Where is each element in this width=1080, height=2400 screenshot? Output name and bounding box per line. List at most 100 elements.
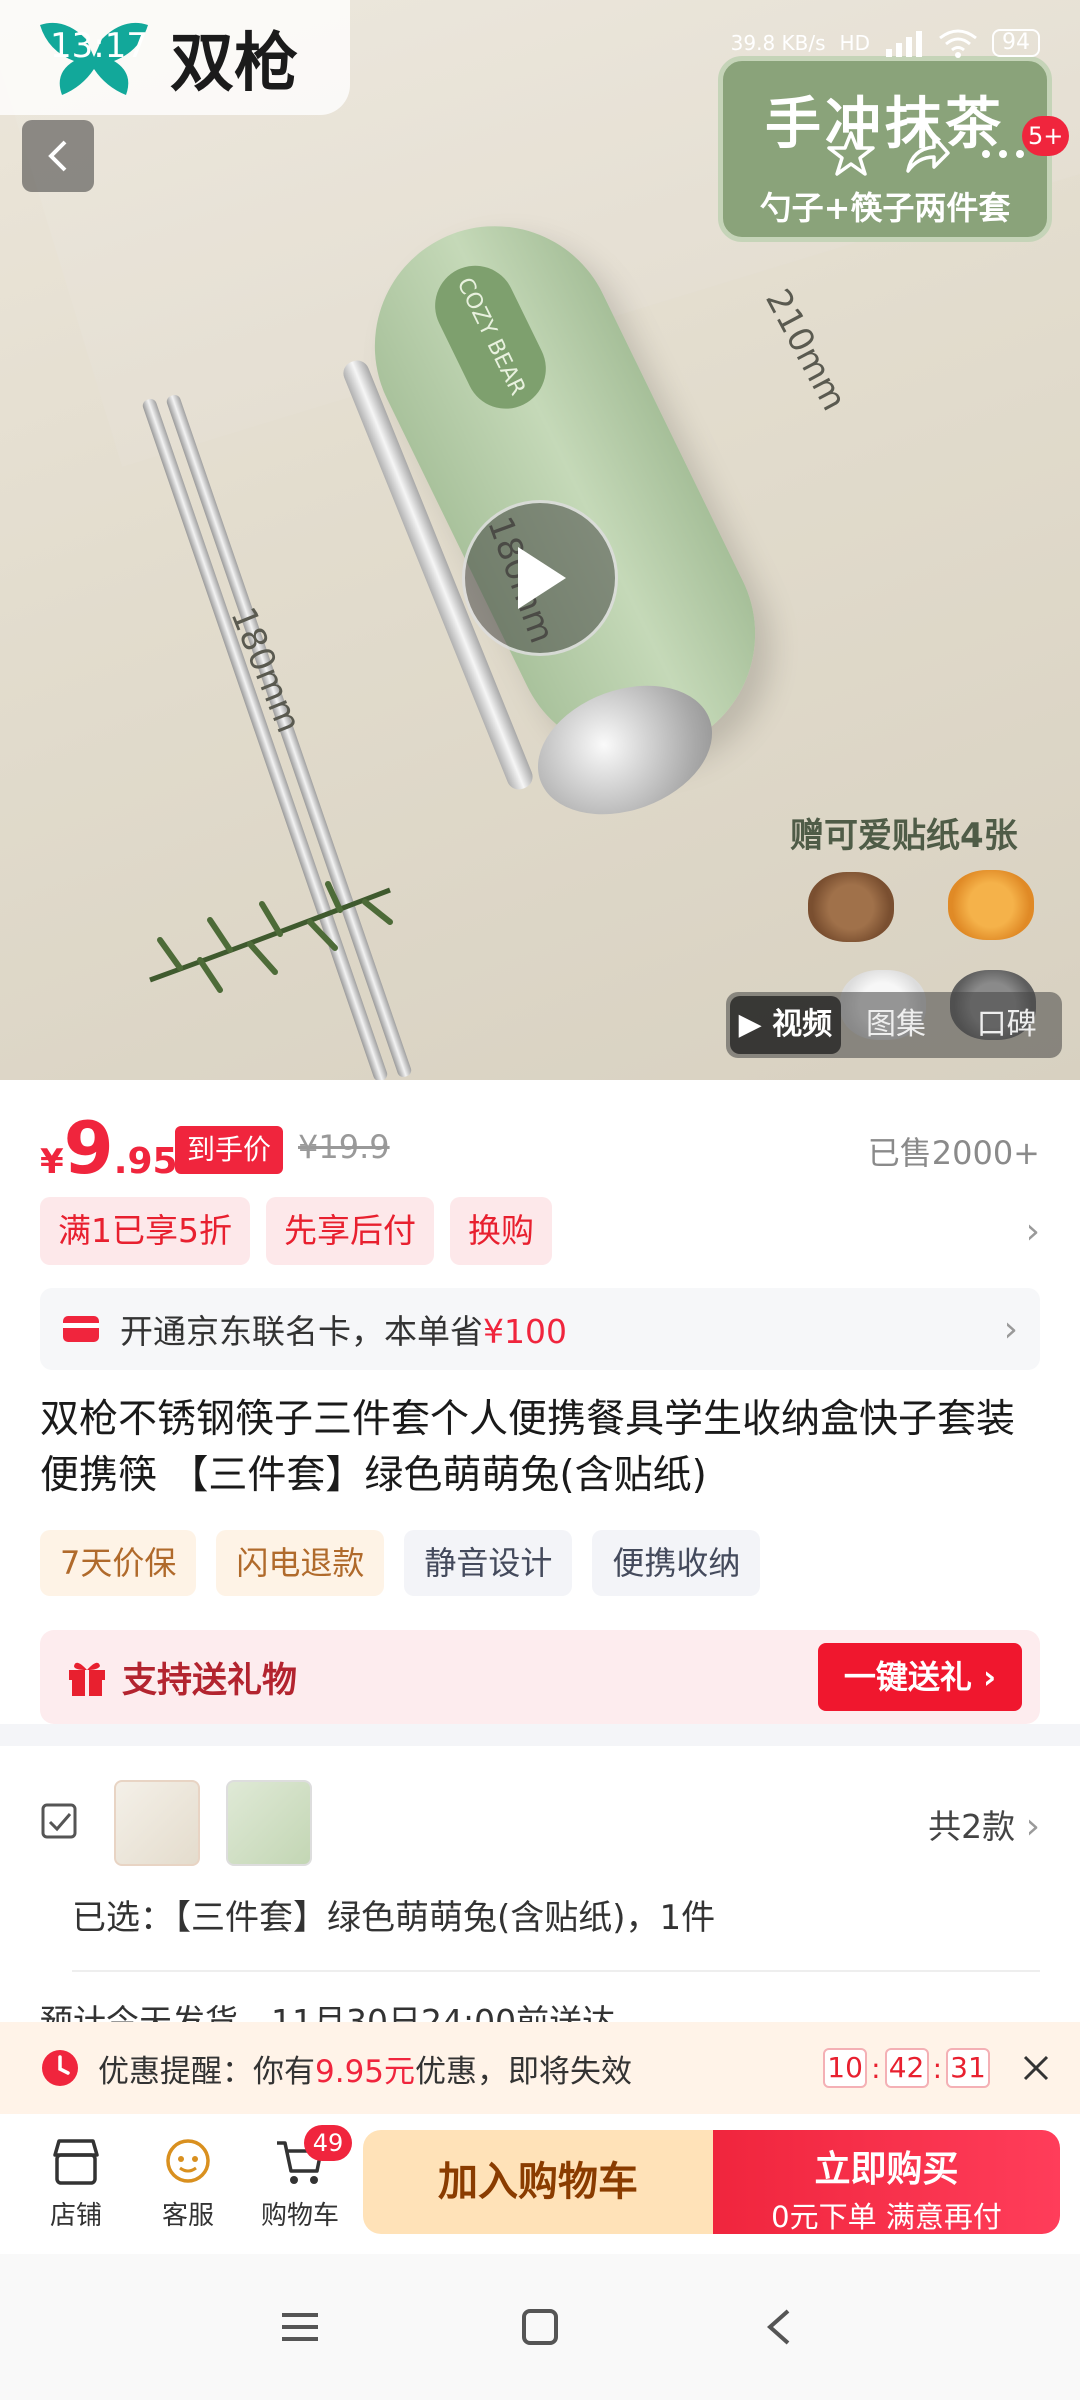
add-to-cart-button[interactable]: 加入购物车 (363, 2130, 713, 2234)
more-icon (982, 150, 1024, 158)
buy-now-label: 立即购买 (814, 2149, 959, 2190)
card-saving-amount: ¥100 (483, 1312, 567, 1351)
section-separator (0, 1724, 1080, 1746)
rosemary-image (149, 881, 393, 993)
chevron-left-icon (48, 140, 67, 172)
bottom-action-bar: 店铺 客服 49 购物车 加入购物车 立即购买 0元下单 满意再付 (0, 2114, 1080, 2254)
favorite-button[interactable] (822, 125, 880, 183)
tab-video-label: 视频 (772, 1007, 833, 1042)
cart-label: 购物车 (260, 2200, 339, 2231)
chevron-right-icon: › (1003, 1308, 1018, 1350)
promo-chips[interactable]: 满1已享5折 先享后付 换购 › (40, 1196, 1040, 1266)
reminder-amount: 9.95元 (315, 2053, 416, 2090)
buy-now-button[interactable]: 立即购买 0元下单 满意再付 (713, 2130, 1060, 2234)
variant-thumbnail[interactable] (226, 1780, 312, 1866)
countdown-minutes: 42 (884, 2048, 929, 2088)
share-icon (906, 135, 950, 173)
product-title: 双枪不锈钢筷子三件套个人便携餐具学生收纳盒快子套装便携筷 【三件套】绿色萌萌兔(… (40, 1397, 1016, 1498)
store-button[interactable]: 店铺 (20, 2137, 132, 2232)
reminder-suffix: 优惠，即将失效 (415, 2053, 633, 2090)
service-label: 客服 (161, 2200, 214, 2231)
original-price: ¥19.9 (298, 1128, 390, 1166)
status-icons: 39.8 KB/s HD 94 (731, 28, 1040, 58)
play-icon (518, 547, 566, 609)
top-actions (822, 118, 1042, 190)
price-symbol: ¥ (40, 1142, 64, 1182)
sold-count: 已售2000+ (867, 1134, 1040, 1172)
system-navigation-bar (0, 2254, 1080, 2400)
video-play-button[interactable] (462, 500, 618, 656)
co-brand-card-bar[interactable]: 开通京东联名卡，本单省¥100 › (40, 1288, 1040, 1370)
network-type: HD (839, 31, 870, 55)
status-bar: 13:17 39.8 KB/s HD 94 (0, 0, 1080, 90)
net-speed: 39.8 KB/s (730, 31, 826, 55)
service-tag: 闪电退款 (216, 1530, 385, 1596)
media-tabs: ▶ 视频 图集 口碑 (726, 992, 1062, 1058)
case-label: COZY BEAR (421, 252, 560, 423)
countdown-separator: : (932, 2051, 942, 2085)
countdown-separator: : (871, 2051, 881, 2085)
current-price: ¥9.95 (40, 1106, 178, 1190)
reminder-prefix: 优惠提醒：你有 (98, 2053, 315, 2090)
gift-bar: 支持送礼物 一键送礼 › (40, 1630, 1040, 1724)
bear-sticker (808, 872, 894, 942)
tab-reviews[interactable]: 口碑 (951, 996, 1062, 1054)
deal-price-tag: 到手价 (175, 1126, 284, 1174)
spec-selector[interactable]: 共2款 › (40, 1770, 1040, 1880)
status-time: 13:17 (50, 26, 148, 66)
gift-label: 支持送礼物 (122, 1660, 298, 1701)
lion-sticker (948, 870, 1034, 940)
promo-chip[interactable]: 换购 (450, 1197, 552, 1265)
cart-button[interactable]: 49 购物车 (244, 2124, 356, 2232)
reminder-text: 优惠提醒：你有9.95元优惠，即将失效 (98, 2046, 823, 2091)
promo-chip[interactable]: 先享后付 (266, 1197, 434, 1265)
battery-indicator: 94 (992, 29, 1040, 57)
price-decimal: .95 (113, 1141, 178, 1182)
share-button[interactable] (898, 125, 956, 183)
customer-service-icon (166, 2138, 210, 2183)
promo-chip[interactable]: 满1已享5折 (40, 1197, 250, 1265)
price-row: ¥9.95 到手价 ¥19.9 已售2000+ (40, 1106, 1040, 1190)
card-icon (63, 1316, 99, 1342)
countdown-hours: 10 (823, 2048, 868, 2088)
spec-icon (41, 1803, 77, 1839)
clock-icon (42, 2050, 78, 2086)
countdown-seconds: 31 (946, 2048, 990, 2088)
back-button[interactable] (22, 120, 94, 192)
notification-badge: 5+ (1022, 116, 1070, 156)
sticker-gift-text: 赠可爱贴纸4张 (790, 816, 1018, 856)
countdown-timer: 10 : 42 : 31 (823, 2048, 990, 2088)
back-icon[interactable] (758, 2305, 802, 2349)
cart-count-badge: 49 (304, 2124, 352, 2161)
customer-service-button[interactable]: 客服 (132, 2137, 244, 2232)
card-bar-text: 开通京东联名卡，本单省¥100 (120, 1305, 984, 1353)
chevron-right-icon[interactable]: › (1026, 1211, 1040, 1252)
tab-gallery[interactable]: 图集 (841, 996, 952, 1054)
feature-tag: 便携收纳 (592, 1530, 761, 1596)
send-gift-button[interactable]: 一键送礼 › (818, 1643, 1022, 1711)
menu-icon[interactable] (278, 2307, 322, 2347)
promo-reminder-bar: 优惠提醒：你有9.95元优惠，即将失效 10 : 42 : 31 (0, 2022, 1080, 2114)
price-integer: 9 (63, 1106, 114, 1190)
service-tags: 7天价保 闪电退款 静音设计 便携收纳 (40, 1530, 761, 1596)
divider (72, 1970, 1040, 1972)
variant-thumbnail[interactable] (114, 1780, 200, 1866)
chevron-right-icon: › (1025, 1806, 1040, 1847)
variant-count-label: 共2款 (928, 1807, 1016, 1846)
signal-icon (886, 31, 922, 57)
card-text-prefix: 开通京东联名卡，本单省 (120, 1312, 483, 1351)
buy-now-sublabel: 0元下单 满意再付 (771, 2200, 1002, 2234)
service-tag: 7天价保 (40, 1530, 197, 1596)
dimension-case: 210mm (757, 282, 855, 418)
store-label: 店铺 (49, 2200, 102, 2231)
star-icon (827, 131, 875, 176)
tab-video[interactable]: ▶ 视频 (730, 996, 841, 1054)
gift-icon (69, 1662, 105, 1696)
wifi-icon (939, 29, 977, 58)
variant-count: 共2款 › (928, 1800, 1040, 1848)
feature-tag: 静音设计 (404, 1530, 573, 1596)
home-icon[interactable] (518, 2305, 562, 2349)
close-icon[interactable] (1020, 2052, 1052, 2084)
store-icon (53, 2138, 99, 2185)
selected-variant: 已选：【三件套】绿色萌萌兔(含贴纸)，1件 (72, 1898, 716, 1938)
